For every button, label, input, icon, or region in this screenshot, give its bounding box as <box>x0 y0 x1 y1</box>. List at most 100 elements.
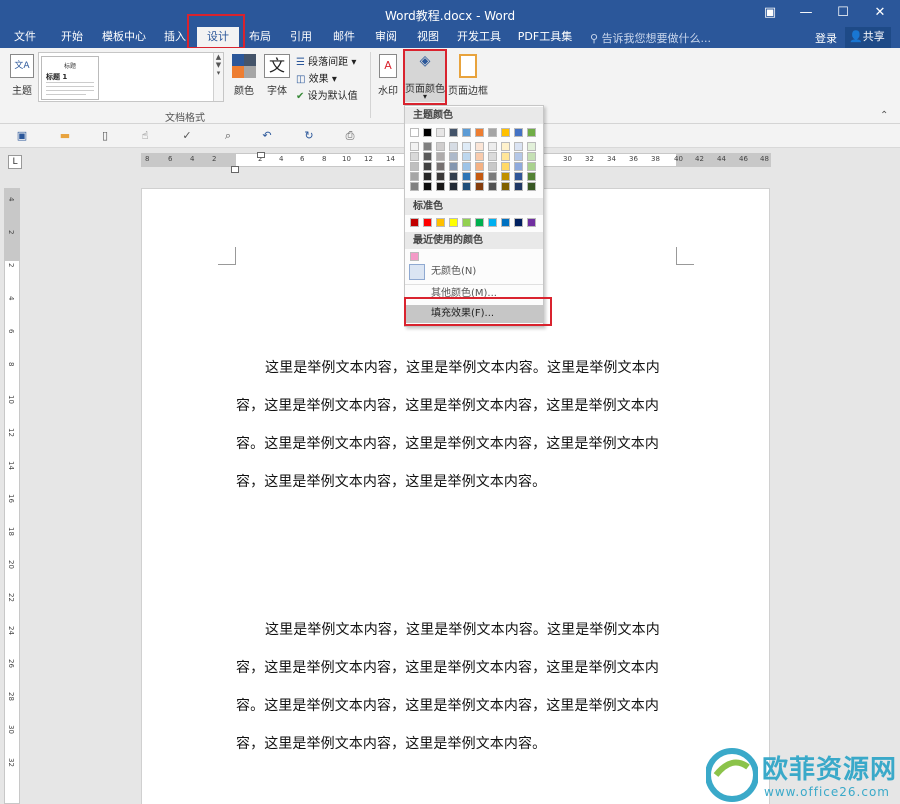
color-swatch[interactable] <box>488 172 497 181</box>
color-swatch[interactable] <box>410 142 419 151</box>
tab-mailings[interactable]: 邮件 <box>326 27 362 48</box>
color-swatch[interactable] <box>501 152 510 161</box>
standard-color-swatch[interactable] <box>475 218 484 227</box>
color-swatch[interactable] <box>488 152 497 161</box>
print-icon[interactable]: ⎙ <box>343 129 357 143</box>
color-swatch[interactable] <box>423 152 432 161</box>
spelling-icon[interactable]: ✓ <box>180 129 194 143</box>
color-swatch[interactable] <box>423 142 432 151</box>
open-folder-icon[interactable]: ▬ <box>58 129 72 143</box>
color-swatch[interactable] <box>475 172 484 181</box>
tab-developer[interactable]: 开发工具 <box>451 27 507 48</box>
color-swatch[interactable] <box>423 182 432 191</box>
color-swatch[interactable] <box>462 128 471 137</box>
tab-design[interactable]: 设计 <box>197 27 239 48</box>
tab-template-center[interactable]: 模板中心 <box>96 27 152 48</box>
color-swatch[interactable] <box>410 182 419 191</box>
color-swatch[interactable] <box>475 142 484 151</box>
tab-review[interactable]: 审阅 <box>368 27 404 48</box>
color-swatch[interactable] <box>488 142 497 151</box>
color-swatch[interactable] <box>514 182 523 191</box>
tab-file[interactable]: 文件 <box>5 27 45 48</box>
paragraph-spacing-button[interactable]: ☰ 段落间距 ▾ <box>296 53 360 68</box>
vertical-ruler[interactable]: 4 2 2 4 6 8 10 12 14 16 18 20 22 24 26 28 30 32 <box>4 188 20 804</box>
color-swatch[interactable] <box>423 162 432 171</box>
color-swatch[interactable] <box>436 142 445 151</box>
tab-references[interactable]: 引用 <box>283 27 319 48</box>
standard-color-swatch[interactable] <box>514 218 523 227</box>
color-swatch[interactable] <box>410 172 419 181</box>
standard-color-swatch[interactable] <box>449 218 458 227</box>
color-swatch[interactable] <box>462 162 471 171</box>
color-swatch[interactable] <box>527 152 536 161</box>
standard-color-swatch[interactable] <box>462 218 471 227</box>
color-swatch[interactable] <box>475 182 484 191</box>
standard-color-swatch[interactable] <box>501 218 510 227</box>
share-button[interactable]: 👤共享 <box>845 27 891 48</box>
color-swatch[interactable] <box>449 128 458 137</box>
color-swatch[interactable] <box>475 162 484 171</box>
color-swatch[interactable] <box>501 182 510 191</box>
color-swatch[interactable] <box>514 162 523 171</box>
color-swatch[interactable] <box>527 128 536 137</box>
color-swatch[interactable] <box>436 172 445 181</box>
color-swatch[interactable] <box>475 128 484 137</box>
tab-layout[interactable]: 布局 <box>242 27 278 48</box>
color-swatch[interactable] <box>462 172 471 181</box>
color-swatch[interactable] <box>449 162 458 171</box>
more-colors-item[interactable]: 其他颜色(M)... <box>405 285 543 303</box>
indent-marker[interactable] <box>231 166 239 173</box>
color-swatch[interactable] <box>449 142 458 151</box>
color-swatch[interactable] <box>449 172 458 181</box>
ribbon-display-options-icon[interactable]: ▣ <box>752 0 788 27</box>
color-swatch[interactable] <box>436 162 445 171</box>
color-swatch[interactable] <box>449 152 458 161</box>
colors-button[interactable]: 颜色 <box>230 52 258 100</box>
color-swatch[interactable] <box>436 152 445 161</box>
color-swatch[interactable] <box>488 162 497 171</box>
tab-home[interactable]: 开始 <box>52 27 92 48</box>
color-swatch[interactable] <box>462 182 471 191</box>
no-color-item[interactable]: 无颜色(N) <box>405 263 543 281</box>
login-link[interactable]: 登录 <box>815 30 837 46</box>
print-preview-icon[interactable]: ⌕ <box>221 129 235 143</box>
gallery-scroll[interactable]: ▲ ▼ ▾ <box>213 53 223 101</box>
paragraph-1[interactable]: 这里是举例文本内容，这里是举例文本内容。这里是举例文本内容，这里是举例文本内容，… <box>236 349 668 501</box>
first-line-indent-marker[interactable] <box>257 152 265 158</box>
save-icon[interactable]: ▣ <box>15 129 29 143</box>
recent-color-swatch[interactable] <box>410 252 419 261</box>
color-swatch[interactable] <box>527 172 536 181</box>
color-swatch[interactable] <box>488 182 497 191</box>
close-icon[interactable]: ✕ <box>862 0 898 27</box>
color-swatch[interactable] <box>501 162 510 171</box>
standard-color-swatch[interactable] <box>423 218 432 227</box>
color-swatch[interactable] <box>488 128 497 137</box>
style-set-gallery[interactable]: 标题 标题 1 ▲ ▼ ▾ <box>38 52 224 102</box>
collapse-ribbon-icon[interactable]: ⌃ <box>880 110 888 121</box>
tab-pdf-tools[interactable]: PDF工具集 <box>513 27 577 48</box>
color-swatch[interactable] <box>501 172 510 181</box>
redo-icon[interactable]: ↻ <box>302 129 316 143</box>
page-color-button[interactable]: ◈ 页面颜色 ▾ <box>404 50 446 102</box>
standard-color-swatch[interactable] <box>410 218 419 227</box>
theme-button[interactable]: 文A 主题 <box>8 52 36 100</box>
standard-color-swatch[interactable] <box>527 218 536 227</box>
color-swatch[interactable] <box>410 152 419 161</box>
page-borders-button[interactable]: 页面边框 <box>448 52 488 100</box>
color-swatch[interactable] <box>501 128 510 137</box>
tell-me-search[interactable]: ⚲ 告诉我您想要做什么... <box>590 30 711 46</box>
color-swatch[interactable] <box>410 128 419 137</box>
set-as-default-button[interactable]: ✔ 设为默认值 <box>296 87 362 102</box>
color-swatch[interactable] <box>436 182 445 191</box>
undo-icon[interactable]: ↶ <box>260 129 274 143</box>
color-swatch[interactable] <box>410 162 419 171</box>
standard-color-swatch[interactable] <box>488 218 497 227</box>
color-swatch[interactable] <box>514 128 523 137</box>
touch-mode-icon[interactable]: ☝ <box>138 129 152 143</box>
tab-view[interactable]: 视图 <box>410 27 446 48</box>
color-swatch[interactable] <box>514 142 523 151</box>
color-swatch[interactable] <box>423 172 432 181</box>
tab-insert[interactable]: 插入 <box>155 27 195 48</box>
minimize-icon[interactable]: — <box>788 0 824 27</box>
effects-button[interactable]: ◫ 效果 ▾ <box>296 70 360 85</box>
